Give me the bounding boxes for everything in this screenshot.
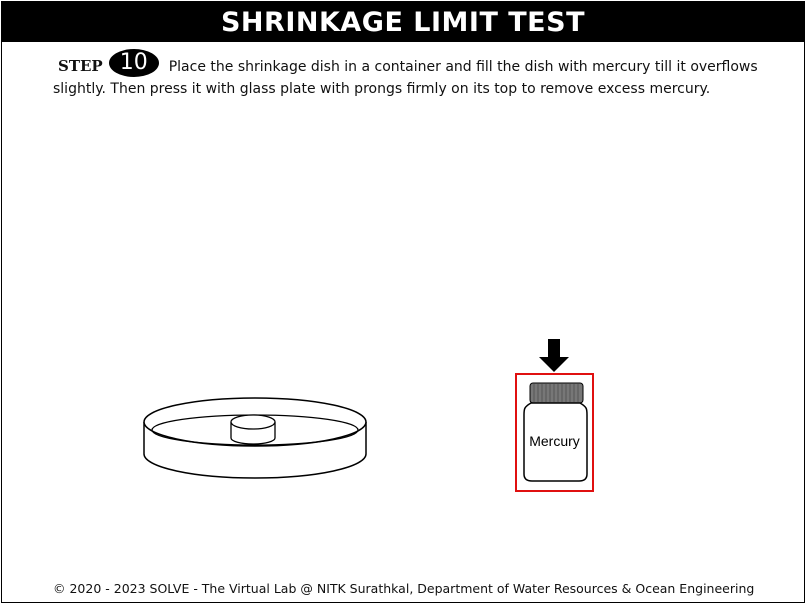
shrinkage-dish xyxy=(230,414,276,445)
container-with-shrinkage-dish xyxy=(143,397,367,479)
step-number-badge: 10 xyxy=(108,49,159,77)
bottle-label: Mercury xyxy=(529,433,580,449)
footer-copyright: © 2020 - 2023 SOLVE - The Virtual Lab @ … xyxy=(53,581,755,596)
step-instruction: STEP 10 Place the shrinkage dish in a cont… xyxy=(53,49,773,100)
down-arrow-icon xyxy=(539,339,569,372)
page-title: SHRINKAGE LIMIT TEST xyxy=(2,2,804,42)
mercury-bottle[interactable]: Mercury xyxy=(515,373,594,492)
step-label: STEP xyxy=(58,57,103,75)
